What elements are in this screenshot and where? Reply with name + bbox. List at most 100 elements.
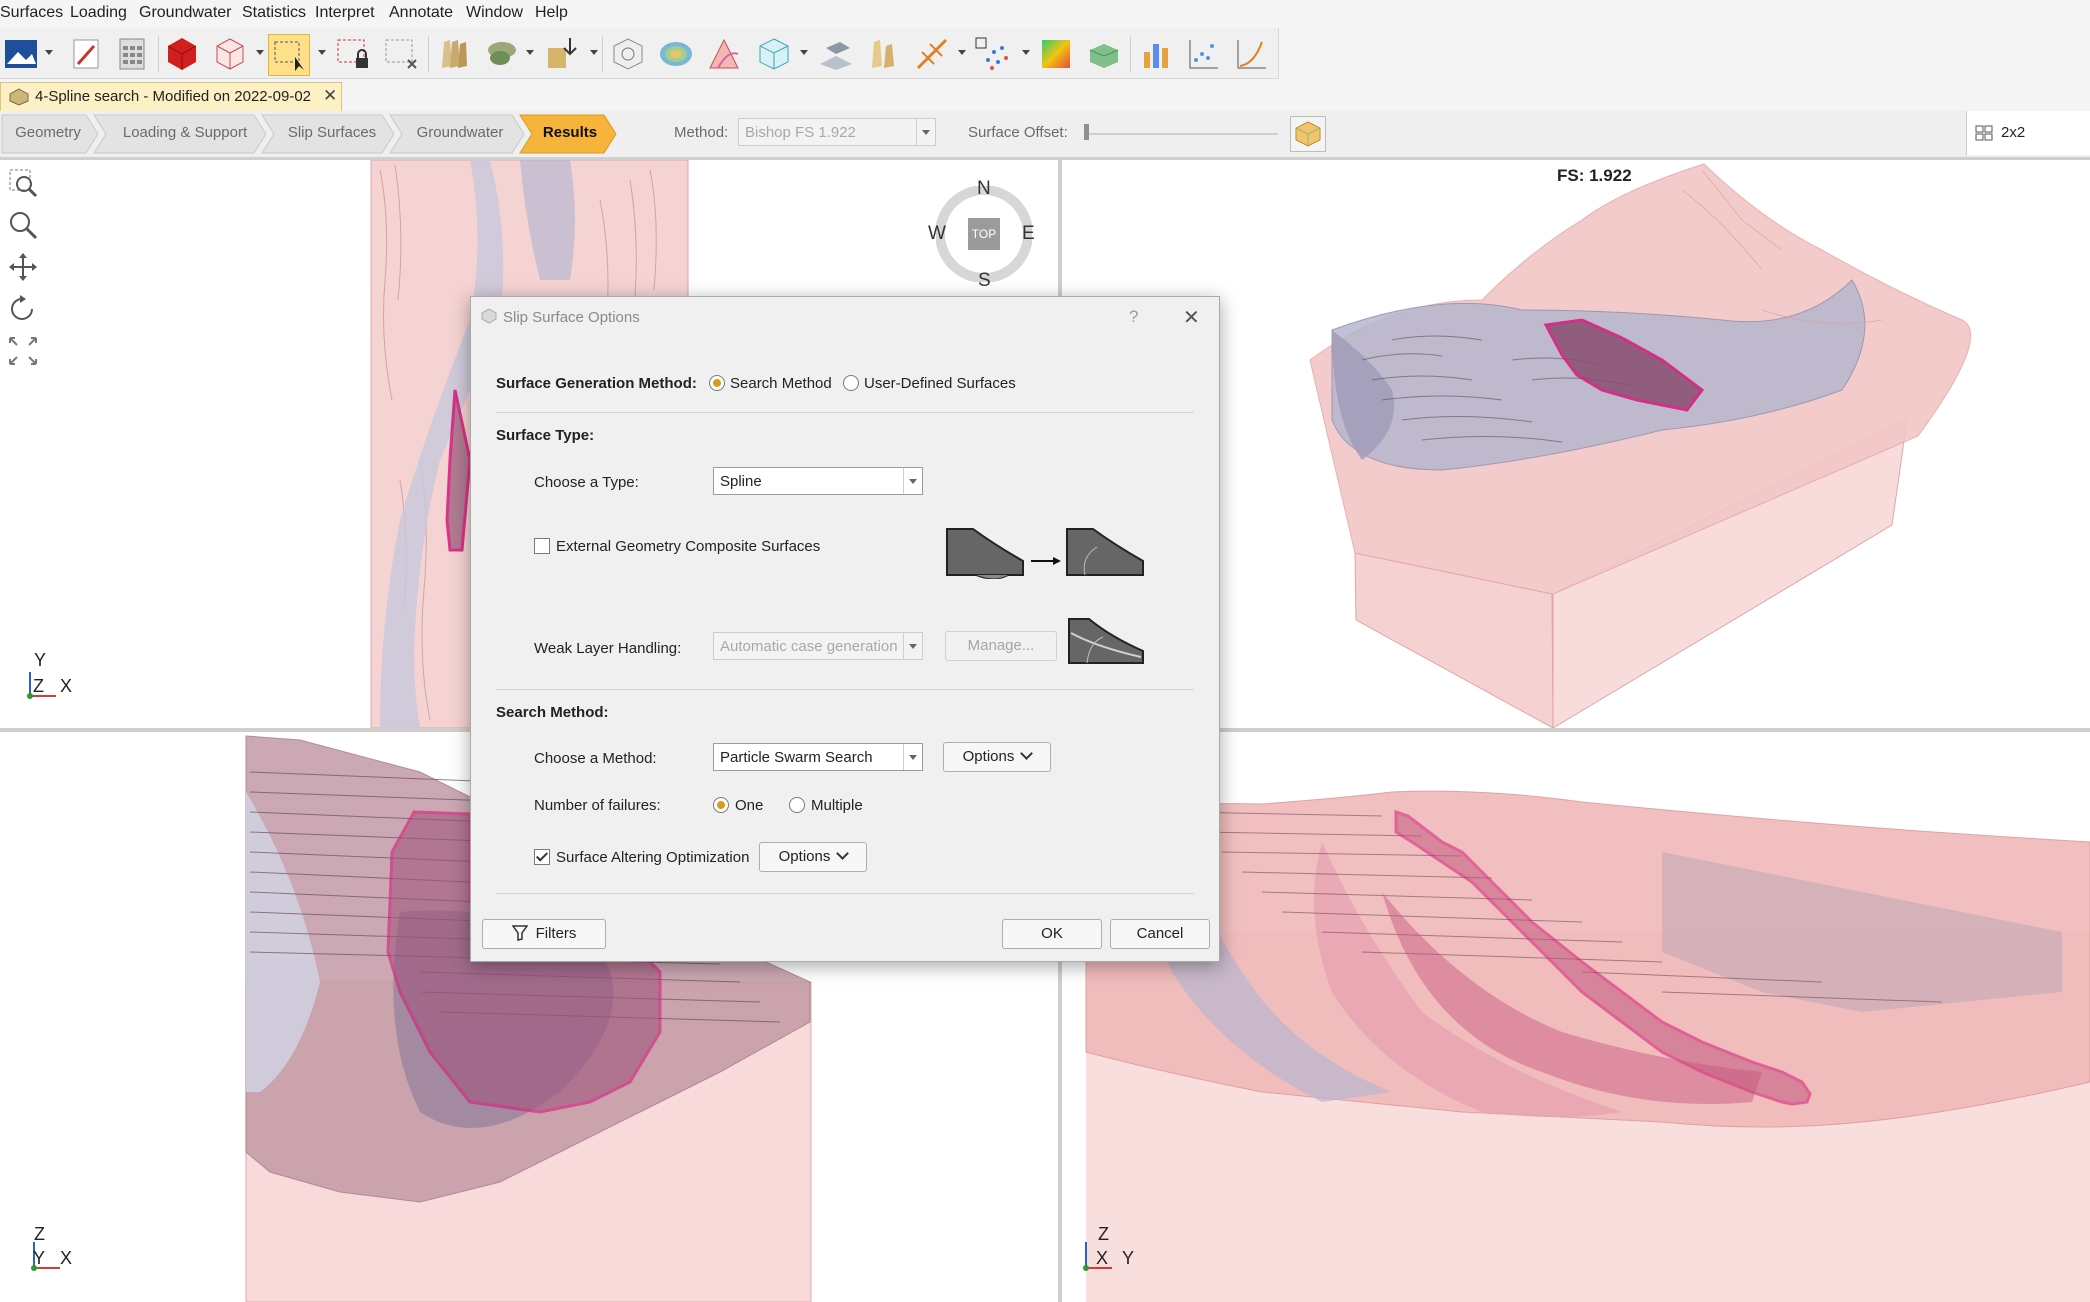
filters-button[interactable]: Filters <box>482 919 606 949</box>
chevron-down-icon[interactable] <box>318 50 326 55</box>
surface-type-header: Surface Type: <box>496 427 595 444</box>
solid-cube-icon[interactable] <box>162 34 202 74</box>
points-icon[interactable] <box>972 34 1012 74</box>
user-defined-option[interactable]: User-Defined Surfaces <box>864 375 1016 392</box>
number-of-failures-label: Number of failures: <box>534 797 661 814</box>
surface-altering-checkbox[interactable] <box>534 849 550 865</box>
bar-chart-icon[interactable] <box>1136 34 1176 74</box>
wireframe-cube-icon[interactable] <box>210 34 250 74</box>
zoom-icon[interactable] <box>8 210 38 240</box>
failures-one-radio[interactable] <box>713 797 729 813</box>
cancel-button[interactable]: Cancel <box>1110 919 1210 949</box>
grid-layout-icon <box>1975 125 1993 141</box>
failures-multiple-option[interactable]: Multiple <box>811 797 863 814</box>
compass-west: W <box>928 223 946 244</box>
menu-statistics[interactable]: Statistics <box>242 4 306 22</box>
chevron-down-icon[interactable] <box>800 50 808 55</box>
step-geometry[interactable]: Geometry <box>2 114 94 152</box>
compass-top[interactable]: TOP <box>936 227 1032 241</box>
failures-multiple-radio[interactable] <box>789 797 805 813</box>
menu-bar: Surfaces Loading Groundwater Statistics … <box>0 0 2090 28</box>
step-results[interactable]: Results <box>528 114 612 152</box>
scatter-plot-icon[interactable] <box>1184 34 1224 74</box>
search-method-select[interactable]: Particle Swarm Search <box>713 743 923 771</box>
box-view-icon[interactable] <box>608 34 648 74</box>
select-box-icon[interactable] <box>268 34 310 76</box>
compass-east: E <box>1022 223 1035 244</box>
chevron-down-icon[interactable] <box>958 50 966 55</box>
surface-offset-slider-thumb[interactable] <box>1084 124 1089 140</box>
dialog-close-icon[interactable]: ✕ <box>1183 305 1200 330</box>
ok-button[interactable]: OK <box>1002 919 1102 949</box>
chevron-down-icon[interactable] <box>590 50 598 55</box>
compass-south: S <box>978 270 991 291</box>
filter-icon <box>511 925 529 941</box>
axis-label-o: Z <box>33 676 44 696</box>
axis-label-v: Y <box>34 650 47 670</box>
chevron-down-icon <box>836 847 850 860</box>
edit-pencil-icon[interactable] <box>66 34 106 74</box>
failures-one-option[interactable]: One <box>735 797 763 814</box>
color-map-icon[interactable] <box>1036 34 1076 74</box>
surface-type-select[interactable]: Spline <box>713 467 923 495</box>
zoom-extents-icon[interactable] <box>8 168 38 198</box>
user-defined-radio[interactable] <box>843 375 859 391</box>
external-geometry-checkbox[interactable] <box>534 538 550 554</box>
method-combo[interactable]: Bishop FS 1.922 <box>738 118 936 146</box>
chevron-down-icon[interactable] <box>45 50 53 55</box>
chevron-down-icon[interactable] <box>526 50 534 55</box>
cube-view-icon[interactable] <box>754 34 794 74</box>
calculator-icon[interactable] <box>112 34 152 74</box>
chevron-down-icon[interactable] <box>1022 50 1030 55</box>
surface-icon[interactable] <box>482 34 522 74</box>
layout-label: 2x2 <box>2001 124 2026 141</box>
menu-groundwater[interactable]: Groundwater <box>139 4 232 22</box>
surface-altering-options-button[interactable]: Options <box>759 842 867 872</box>
slice-icon[interactable] <box>704 34 744 74</box>
section-view-icon[interactable] <box>816 34 856 74</box>
surface-offset-label: Surface Offset: <box>968 124 1068 141</box>
weak-layer-label: Weak Layer Handling: <box>534 640 682 657</box>
line-plot-icon[interactable] <box>1232 34 1272 74</box>
image-icon[interactable] <box>2 34 42 74</box>
choose-method-label: Choose a Method: <box>534 750 657 767</box>
axis-label-h: X <box>60 676 73 696</box>
search-method-radio[interactable] <box>709 375 725 391</box>
columns-icon[interactable] <box>864 34 904 74</box>
manage-button[interactable]: Manage... <box>945 631 1057 661</box>
rotate-icon[interactable] <box>8 294 38 324</box>
menu-interpret[interactable]: Interpret <box>315 4 375 22</box>
import-icon[interactable] <box>544 34 584 74</box>
menu-help[interactable]: Help <box>535 4 568 22</box>
pan-icon[interactable] <box>8 252 38 282</box>
choose-type-label: Choose a Type: <box>534 474 639 491</box>
lock-selection-icon[interactable] <box>334 34 374 74</box>
document-tab[interactable]: 4-Spline search - Modified on 2022-09-02… <box>0 82 342 112</box>
menu-loading[interactable]: Loading <box>70 4 127 22</box>
close-tab-icon[interactable]: ✕ <box>323 86 337 106</box>
step-slip-surfaces[interactable]: Slip Surfaces <box>272 114 392 152</box>
method-options-button[interactable]: Options <box>943 742 1051 772</box>
surface-offset-slider-track[interactable] <box>1086 133 1278 135</box>
method-label: Method: <box>674 124 729 141</box>
contour-icon[interactable] <box>656 34 696 74</box>
menu-annotate[interactable]: Annotate <box>389 4 453 22</box>
layers-icon[interactable] <box>434 34 474 74</box>
layout-selector[interactable]: 2x2 <box>1966 111 2090 155</box>
step-loading-support[interactable]: Loading & Support <box>104 114 266 152</box>
support-icon[interactable] <box>912 34 952 74</box>
help-button[interactable]: ? <box>1129 307 1138 327</box>
dialog-app-icon <box>481 308 497 324</box>
surface-view-button[interactable] <box>1290 116 1326 152</box>
terrain-icon[interactable] <box>1084 34 1124 74</box>
step-groundwater[interactable]: Groundwater <box>400 114 520 152</box>
weak-layer-select[interactable]: Automatic case generation <box>713 632 923 660</box>
axis-label-v: Z <box>34 1224 45 1244</box>
search-method-option[interactable]: Search Method <box>730 375 832 392</box>
chevron-down-icon[interactable] <box>256 50 264 55</box>
menu-surfaces[interactable]: Surfaces <box>0 4 63 22</box>
compass[interactable]: TOP <box>935 185 1033 283</box>
fit-view-icon[interactable] <box>8 336 38 366</box>
menu-window[interactable]: Window <box>466 4 523 22</box>
clear-selection-icon[interactable] <box>382 34 422 74</box>
